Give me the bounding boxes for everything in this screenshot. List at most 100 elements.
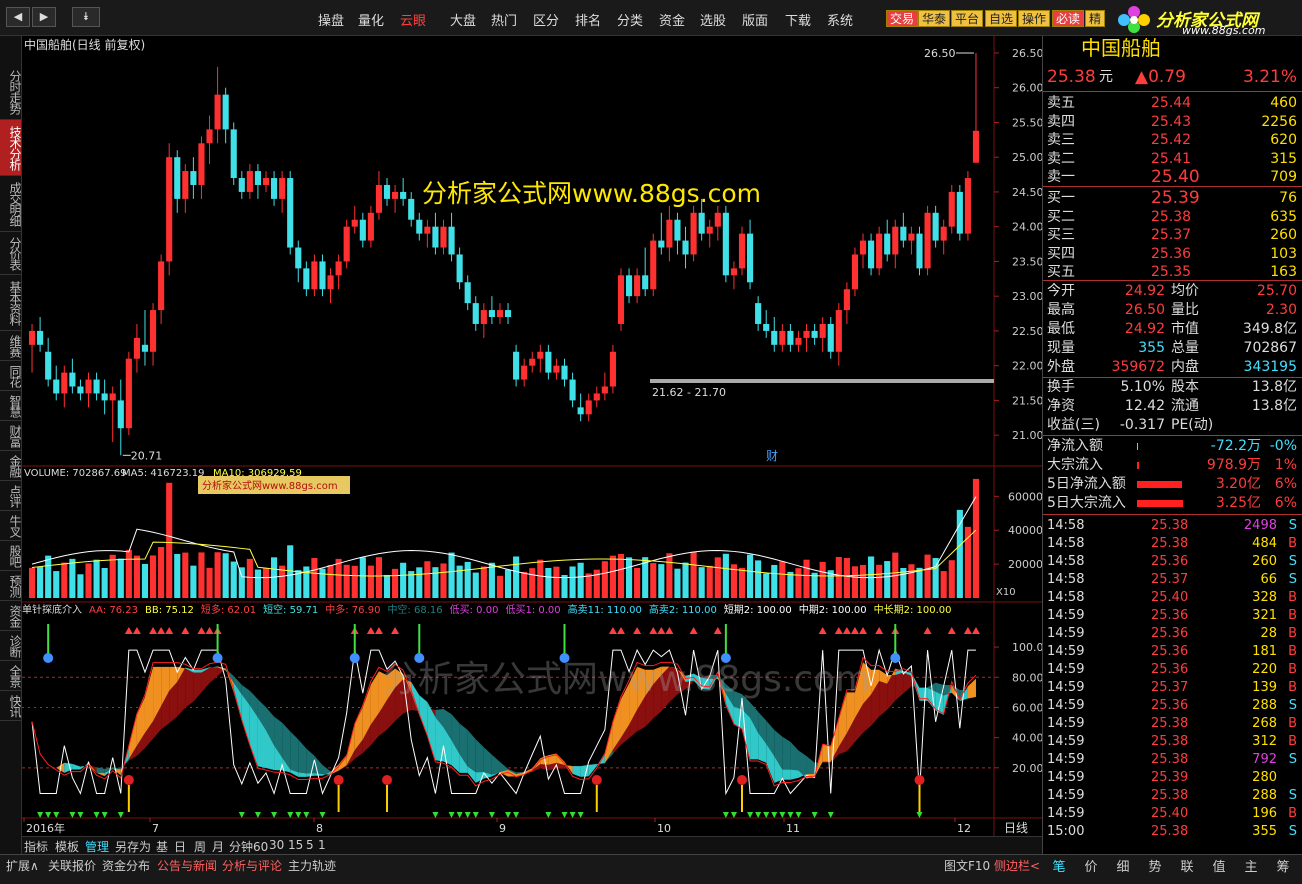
status-tab-2[interactable]: 资金分布 (102, 857, 150, 874)
bottom-tool-9[interactable]: 30 (269, 838, 284, 852)
left-tab-11[interactable]: 牛叉 (0, 511, 22, 541)
price-axis-label: 22.50 (1012, 325, 1042, 338)
bottom-tool-4[interactable]: 基 (156, 838, 168, 855)
left-tab-5[interactable]: 维赛 (0, 331, 22, 361)
tick-row: 14:59 25.40 196 B (1047, 804, 1299, 823)
menu-item-9[interactable]: 选股 (700, 10, 726, 29)
stat-value: 343195 (1243, 359, 1297, 375)
flow-bar (1137, 500, 1183, 507)
menu-item-8[interactable]: 资金 (659, 10, 685, 29)
volume-bar (634, 568, 641, 598)
left-tab-12[interactable]: 股吧 (0, 541, 22, 571)
right-tab-4[interactable]: 联 (1172, 856, 1202, 875)
left-tab-15[interactable]: 诊断 (0, 631, 22, 661)
stat-label: 市值 (1171, 321, 1199, 337)
quick-tag-6[interactable]: 精 (1085, 10, 1106, 27)
volume-bar (480, 566, 487, 598)
menu-item-5[interactable]: 区分 (533, 10, 559, 29)
volume-bar (698, 567, 705, 598)
tick-volume: 355 (1252, 824, 1277, 839)
indicator-legend-item: 中长期2: 100.00 (874, 603, 952, 616)
menu-item-12[interactable]: 系统 (827, 10, 853, 29)
stat2-row: 收益(三) -0.317 PE(动) (1047, 416, 1299, 435)
bottom-tool-11[interactable]: 5 (306, 838, 314, 852)
bottom-tool-0[interactable]: 指标 (24, 838, 48, 855)
status-tab-0[interactable]: 扩展∧ (6, 857, 39, 874)
bottom-tool-7[interactable]: 月 (212, 838, 224, 855)
quick-tag-0[interactable]: 交易 (886, 10, 919, 27)
left-tab-7[interactable]: 智慧 (0, 391, 22, 421)
left-tab-8[interactable]: 财富 (0, 421, 22, 451)
bottom-tool-6[interactable]: 周 (194, 838, 206, 855)
stat-value: 355 (1138, 340, 1165, 356)
left-tab-9[interactable]: 金融 (0, 451, 22, 481)
menu-item-10[interactable]: 版面 (742, 10, 768, 29)
bottom-tool-10[interactable]: 15 (288, 838, 303, 852)
menu-item-2[interactable]: 云眼 (400, 10, 426, 29)
status-tab-3[interactable]: 公告与新闻 (157, 857, 217, 874)
menu-item-11[interactable]: 下载 (785, 10, 811, 29)
menu-item-3[interactable]: 大盘 (450, 10, 476, 29)
volume-bar (117, 558, 124, 598)
candle-body (892, 226, 899, 255)
bottom-tool-5[interactable]: 日 (174, 838, 186, 855)
sidebar-toggle[interactable]: 侧边栏< (994, 857, 1040, 874)
tick-side: B (1288, 590, 1297, 605)
quick-tag-5[interactable]: 必读 (1052, 10, 1085, 27)
left-tab-14[interactable]: 资金 (0, 601, 22, 631)
status-tab-1[interactable]: 关联报价 (48, 857, 96, 874)
bottom-tool-2[interactable]: 管理 (85, 838, 109, 855)
indicator-legend: 单针探底介入 AA: 76.23 BB: 75.12 短多: 62.01 短空: 59.… (22, 603, 952, 616)
quick-tag-1[interactable]: 华泰 (918, 10, 951, 27)
bottom-tool-8[interactable]: 分钟60 (229, 838, 268, 855)
indicator-legend-item: 低买1: 0.00 (505, 603, 560, 616)
candle-body (85, 379, 92, 394)
date-label: 12 (957, 822, 971, 835)
left-tab-3[interactable]: 分价表 (0, 232, 22, 275)
quick-tag-4[interactable]: 操作 (1018, 10, 1051, 27)
right-tab-3[interactable]: 势 (1140, 856, 1170, 875)
left-tab-0[interactable]: 分时走势 (0, 64, 22, 120)
menu-item-0[interactable]: 操盘 (318, 10, 344, 29)
left-tab-16[interactable]: 全景 (0, 661, 22, 691)
quick-tag-3[interactable]: 自选 (985, 10, 1018, 27)
left-tab-6[interactable]: 同花 (0, 361, 22, 391)
status-tab-4[interactable]: 分析与评论 (222, 857, 282, 874)
tick-volume: 280 (1252, 770, 1277, 785)
tick-side: S (1288, 698, 1297, 713)
menu-item-6[interactable]: 排名 (575, 10, 601, 29)
menu-item-7[interactable]: 分类 (617, 10, 643, 29)
stock-chart[interactable]: 中国船舶(日线 前复权) 26.50 26.00 25.50 25.00 24.50 24.… (22, 36, 1044, 836)
left-tab-4[interactable]: 基本资料 (0, 275, 22, 331)
bottom-tool-3[interactable]: 另存为 (115, 838, 151, 855)
right-tab-7[interactable]: 筹 (1268, 856, 1298, 875)
stat-row: 外盘 359672 内盘 343195 (1047, 358, 1299, 377)
tick-price: 25.37 (1151, 572, 1189, 587)
collapse-button[interactable]: ⯯ (72, 7, 100, 27)
left-tab-13[interactable]: 预测 (0, 571, 22, 601)
menu-item-1[interactable]: 量化 (358, 10, 384, 29)
bottom-tool-12[interactable]: 1 (318, 838, 326, 852)
left-tab-2[interactable]: 成交明细 (0, 176, 22, 232)
candle-body (948, 191, 955, 227)
candle-body (859, 240, 867, 255)
right-tab-0[interactable]: 笔 (1044, 856, 1074, 875)
left-tab-1[interactable]: 技术分析 (0, 120, 22, 176)
volume-bar (916, 567, 923, 598)
back-button[interactable]: ◀ (6, 7, 30, 27)
right-tab-5[interactable]: 值 (1204, 856, 1234, 875)
menu-item-4[interactable]: 热门 (491, 10, 517, 29)
right-tab-2[interactable]: 细 (1108, 856, 1138, 875)
bottom-tool-1[interactable]: 模板 (55, 838, 79, 855)
volume-bar (779, 561, 786, 598)
right-tab-1[interactable]: 价 (1076, 856, 1106, 875)
f10-button[interactable]: 图文F10 (944, 857, 990, 874)
status-tab-5[interactable]: 主力轨迹 (288, 857, 336, 874)
right-tab-6[interactable]: 主 (1236, 856, 1266, 875)
quick-tag-2[interactable]: 平台 (951, 10, 984, 27)
indicator-axis-label: 40.00 (1012, 732, 1042, 745)
left-tab-10[interactable]: 点评 (0, 481, 22, 511)
left-tab-17[interactable]: 快讯 (0, 691, 22, 721)
candle-body (198, 143, 205, 185)
forward-button[interactable]: ▶ (32, 7, 56, 27)
